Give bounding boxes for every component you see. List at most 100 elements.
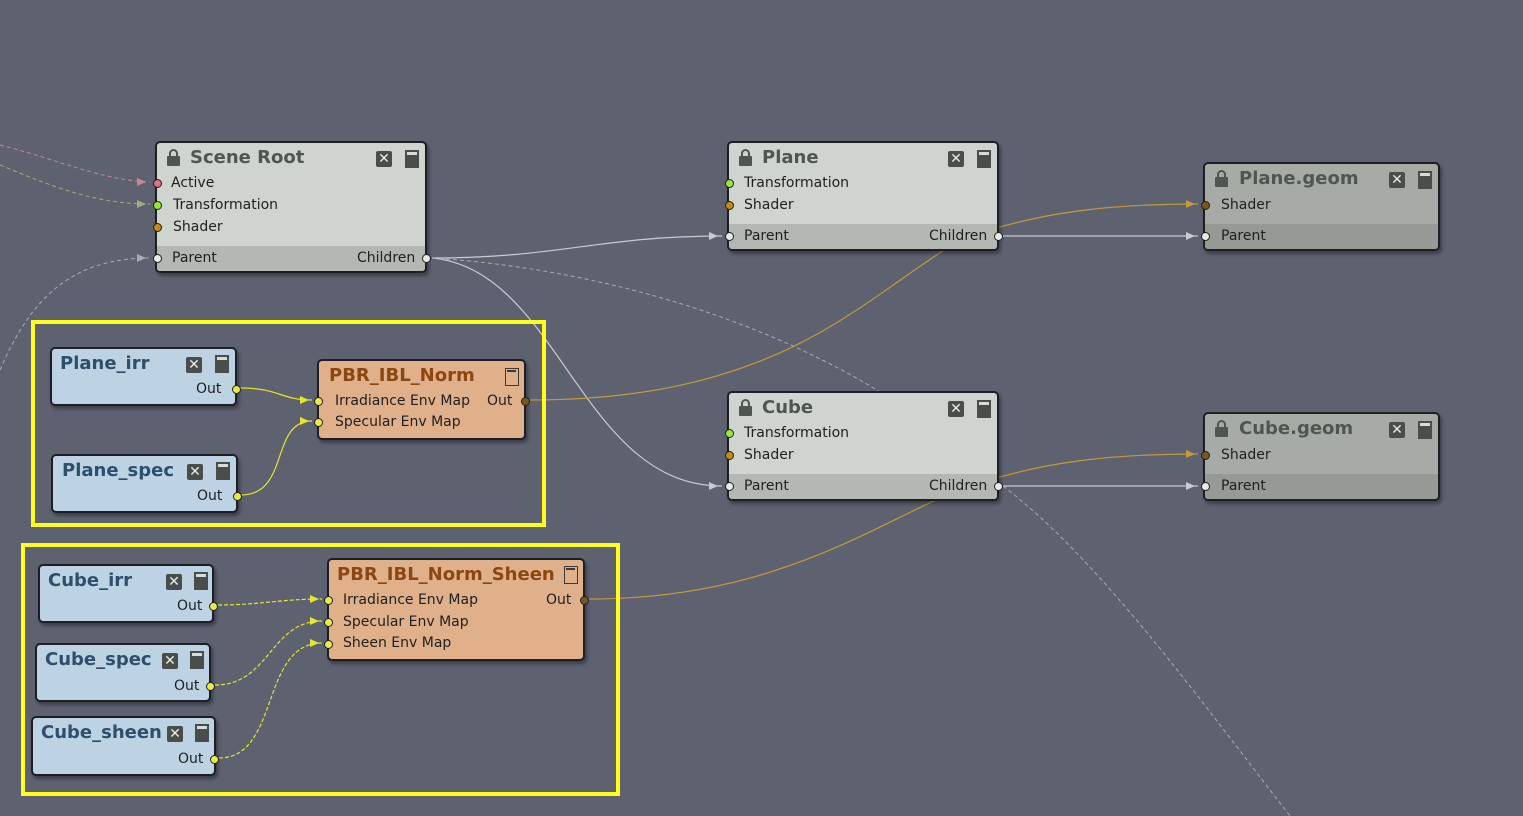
arrowhead xyxy=(1186,482,1195,490)
node-pbr-ibl-norm[interactable]: PBR_IBL_Norm Irradiance Env Map Specular… xyxy=(314,359,530,440)
port-children[interactable] xyxy=(422,254,431,263)
node-title: Scene Root xyxy=(190,147,305,168)
close-icon[interactable]: ✕ xyxy=(167,726,183,742)
hierarchy-bar: Parent xyxy=(1201,224,1438,249)
port-out[interactable] xyxy=(209,602,218,611)
wire-offscreen-dashed-2 xyxy=(0,164,151,205)
menu-icon[interactable] xyxy=(1418,171,1432,189)
port-label: Parent xyxy=(172,250,217,266)
menu-icon[interactable] xyxy=(194,572,208,590)
port-parent[interactable] xyxy=(725,232,734,241)
hierarchy-bar: Parent xyxy=(1201,474,1438,499)
port-label: Parent xyxy=(1221,478,1266,494)
close-icon[interactable]: ✕ xyxy=(186,357,202,373)
port-label: Children xyxy=(929,228,988,244)
port-shader[interactable] xyxy=(725,201,734,210)
close-icon[interactable]: ✕ xyxy=(376,151,392,167)
node-cube-geom[interactable]: Cube.geom ✕ Shader Parent xyxy=(1201,412,1440,501)
port-label: Transformation xyxy=(173,197,279,213)
port-label: Out xyxy=(546,592,572,608)
port-transformation[interactable] xyxy=(725,429,734,438)
port-out[interactable] xyxy=(206,682,215,691)
port-active[interactable] xyxy=(153,179,162,188)
lock-icon xyxy=(167,149,180,166)
port-children[interactable] xyxy=(994,482,1003,491)
menu-icon[interactable] xyxy=(977,150,991,168)
port-label: Irradiance Env Map xyxy=(343,592,478,608)
node-plane-irr[interactable]: Plane_irr ✕ Out xyxy=(50,347,241,406)
port-irradiance[interactable] xyxy=(314,397,323,406)
port-label: Out xyxy=(177,598,203,614)
port-label: Transformation xyxy=(744,175,850,191)
wire-root-to-plane xyxy=(431,235,723,259)
port-label: Specular Env Map xyxy=(343,614,469,630)
port-shader[interactable] xyxy=(725,451,734,460)
port-parent[interactable] xyxy=(153,254,162,263)
port-transformation[interactable] xyxy=(153,201,162,210)
close-icon[interactable]: ✕ xyxy=(162,653,178,669)
node-scene-root[interactable]: Scene Root ✕ Active Transformation Shade… xyxy=(153,141,431,273)
port-sheen[interactable] xyxy=(324,640,333,649)
node-title: PBR_IBL_Norm xyxy=(329,365,475,386)
node-pbr-ibl-norm-sheen[interactable]: PBR_IBL_Norm_Sheen Irradiance Env Map Sp… xyxy=(324,558,589,661)
lock-icon xyxy=(739,149,752,166)
arrowhead xyxy=(709,232,718,240)
port-irradiance[interactable] xyxy=(324,596,333,605)
port-parent[interactable] xyxy=(1201,482,1210,491)
port-specular[interactable] xyxy=(324,618,333,627)
menu-icon[interactable] xyxy=(216,462,230,480)
port-label: Sheen Env Map xyxy=(343,635,452,651)
port-label: Parent xyxy=(1221,228,1266,244)
port-specular[interactable] xyxy=(314,418,323,427)
port-transformation[interactable] xyxy=(725,179,734,188)
node-title: Plane.geom xyxy=(1239,168,1359,189)
port-parent[interactable] xyxy=(725,482,734,491)
port-shader[interactable] xyxy=(153,223,162,232)
node-title: Cube.geom xyxy=(1239,418,1354,439)
port-label: Shader xyxy=(173,219,223,235)
menu-icon[interactable] xyxy=(505,368,519,386)
close-icon[interactable]: ✕ xyxy=(1389,172,1405,188)
port-out[interactable] xyxy=(521,397,530,406)
node-cube[interactable]: Cube ✕ Transformation Shader Parent Chil… xyxy=(725,391,1003,501)
port-out[interactable] xyxy=(580,596,589,605)
port-label: Transformation xyxy=(744,425,850,441)
port-shader[interactable] xyxy=(1201,451,1210,460)
port-parent[interactable] xyxy=(1201,232,1210,241)
node-cube-sheen[interactable]: Cube_sheen ✕ Out xyxy=(31,716,219,776)
menu-icon[interactable] xyxy=(215,355,229,373)
arrowhead xyxy=(137,178,146,186)
port-label: Shader xyxy=(744,197,794,213)
close-icon[interactable]: ✕ xyxy=(166,574,182,590)
close-icon[interactable]: ✕ xyxy=(948,401,964,417)
menu-icon[interactable] xyxy=(190,651,204,669)
arrowhead xyxy=(1186,200,1195,208)
port-out[interactable] xyxy=(210,755,219,764)
port-label: Out xyxy=(487,393,513,409)
close-icon[interactable]: ✕ xyxy=(948,151,964,167)
menu-icon[interactable] xyxy=(195,724,209,742)
menu-icon[interactable] xyxy=(564,566,578,584)
menu-icon[interactable] xyxy=(405,150,419,168)
port-label: Out xyxy=(178,751,204,767)
node-title: Cube_irr xyxy=(48,570,133,591)
node-plane[interactable]: Plane ✕ Transformation Shader Parent Chi… xyxy=(725,141,1003,251)
node-plane-geom[interactable]: Plane.geom ✕ Shader Parent xyxy=(1201,162,1440,251)
node-cube-irr[interactable]: Cube_irr ✕ Out xyxy=(38,564,218,623)
node-title: Cube xyxy=(762,397,814,418)
node-cube-spec[interactable]: Cube_spec ✕ Out xyxy=(35,643,215,702)
port-out[interactable] xyxy=(232,385,241,394)
menu-icon[interactable] xyxy=(1418,421,1432,439)
wire-cube-dashed-down xyxy=(1002,485,1291,816)
port-shader[interactable] xyxy=(1201,201,1210,210)
close-icon[interactable]: ✕ xyxy=(1389,422,1405,438)
menu-icon[interactable] xyxy=(977,400,991,418)
port-label: Shader xyxy=(1221,447,1271,463)
arrowhead xyxy=(137,200,146,208)
port-children[interactable] xyxy=(994,232,1003,241)
close-icon[interactable]: ✕ xyxy=(187,464,203,480)
node-plane-spec[interactable]: Plane_spec ✕ Out xyxy=(51,454,242,513)
arrowhead xyxy=(1186,450,1195,458)
wire-offscreen-dashed-1 xyxy=(0,144,151,183)
port-out[interactable] xyxy=(233,492,242,501)
